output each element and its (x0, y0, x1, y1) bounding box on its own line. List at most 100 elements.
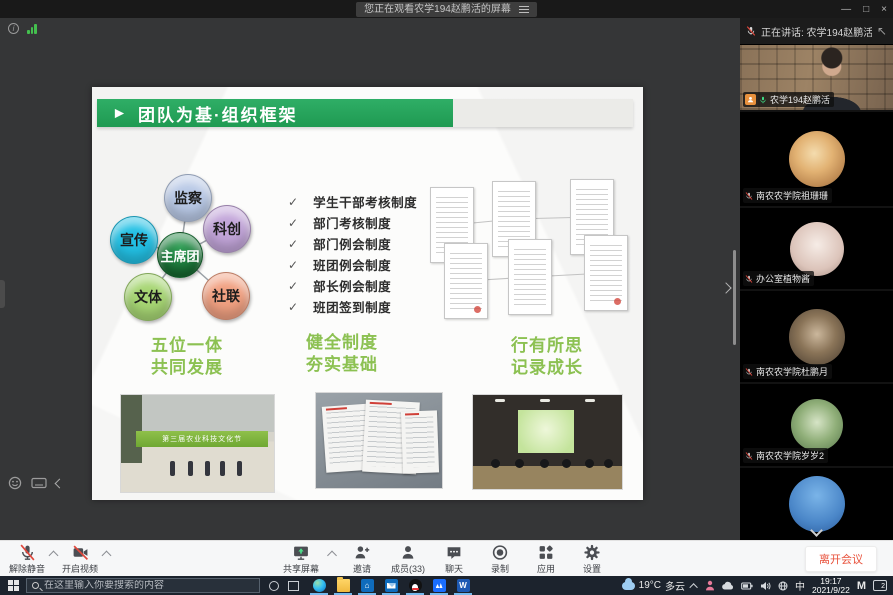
emoji-icon[interactable] (8, 476, 22, 490)
search-icon (32, 582, 39, 589)
slide-title: 团队为基·组织框架 (138, 101, 298, 126)
info-icon[interactable]: i (8, 23, 19, 34)
taskbar-search[interactable] (26, 578, 260, 593)
photo-outdoor-event: 第三届农业科技文化节 (120, 394, 275, 493)
gear-icon (584, 543, 601, 561)
search-input[interactable] (44, 580, 254, 591)
diagram-node-publicity: 宣传 (110, 216, 158, 264)
invite-button[interactable]: 邀请 (343, 543, 381, 575)
window-controls: — □ × (841, 0, 887, 18)
scrollbar-thumb[interactable] (733, 250, 736, 345)
cortana-icon[interactable] (269, 581, 279, 591)
photo-light (495, 399, 505, 402)
tray-cloud-icon[interactable] (722, 581, 734, 590)
tray-im-icon[interactable]: M (857, 580, 866, 592)
video-tile[interactable]: 办公室植物酱 (740, 208, 893, 289)
tray-battery-icon[interactable] (741, 582, 753, 590)
photo-person (188, 461, 193, 476)
sidebar-expand-icon[interactable] (720, 282, 731, 293)
task-view-icon[interactable] (288, 581, 299, 591)
unmute-button[interactable]: 解除静音 (8, 543, 46, 575)
share-screen-button[interactable]: 共享屏幕 (282, 543, 320, 575)
check-icon: ✓ (288, 216, 298, 230)
notification-center-icon[interactable]: 2 (873, 580, 887, 591)
invite-icon (354, 543, 371, 561)
video-tile[interactable]: 南农农学院杜鹏月 (740, 291, 893, 382)
start-video-button[interactable]: 开启视频 (61, 543, 99, 575)
apps-button[interactable]: 应用 (527, 543, 565, 575)
participant-nameplate: 农学194赵鹏活 (743, 92, 834, 107)
speaking-label: 正在讲话: 农学194赵鹏活 (761, 24, 872, 39)
minimize-button[interactable]: — (841, 4, 851, 15)
members-button[interactable]: 成员(33) (389, 543, 427, 575)
panel-handle-left[interactable] (0, 280, 5, 308)
check-icon: ✓ (288, 237, 298, 251)
start-button[interactable] (0, 576, 26, 595)
keyboard-icon[interactable] (31, 477, 47, 489)
stream-status-icons: i (8, 23, 37, 34)
watching-banner[interactable]: 您正在观看农学194赵鹏活的屏幕 (356, 2, 537, 17)
ime-indicator[interactable]: 中 (795, 578, 805, 593)
maximize-button[interactable]: □ (863, 4, 869, 15)
window-titlebar: 您正在观看农学194赵鹏活的屏幕 — □ × (0, 0, 893, 18)
taskbar-app-qq[interactable] (403, 576, 427, 595)
network-signal-icon (27, 24, 37, 34)
taskbar-clock[interactable]: 19:17 2021/9/22 (812, 577, 850, 595)
chat-button[interactable]: 聊天 (435, 543, 473, 575)
participant-name: 农学194赵鹏活 (770, 93, 830, 106)
participant-nameplate: 南农农学院岁岁2 (743, 448, 828, 463)
video-tile-speaker[interactable]: 农学194赵鹏活 (740, 45, 893, 110)
weather-widget[interactable]: 19°C 多云 (622, 578, 685, 593)
avatar (791, 399, 843, 451)
check-icon: ✓ (288, 279, 298, 293)
system-tray: 19°C 多云 中 19:17 2021/9/22 (622, 576, 887, 595)
photo-person (220, 461, 225, 476)
taskbar-app-explorer[interactable] (331, 576, 355, 595)
taskbar-app-meeting[interactable] (427, 576, 451, 595)
taskbar-app-edge[interactable] (307, 576, 331, 595)
tray-speaker-icon[interactable] (760, 581, 771, 591)
share-screen-icon (293, 543, 310, 561)
close-button[interactable]: × (881, 4, 887, 15)
record-icon (492, 543, 509, 561)
title-arrow-icon (113, 107, 126, 120)
record-button[interactable]: 录制 (481, 543, 519, 575)
check-icon: ✓ (288, 195, 298, 209)
speaking-header: 正在讲话: 农学194赵鹏活 ↖ (740, 18, 893, 45)
meeting-icon (433, 579, 446, 592)
leave-meeting-button[interactable]: 离开会议 (805, 546, 877, 572)
taskbar-app-mail[interactable] (379, 576, 403, 595)
weather-temp: 19°C (639, 580, 661, 591)
video-options-caret[interactable] (102, 551, 112, 561)
tray-person-icon[interactable] (705, 580, 715, 591)
participant-name: 南农农学院杜鹏月 (756, 365, 828, 378)
tray-expand-icon[interactable] (689, 583, 697, 591)
sidebar-collapse-icon[interactable]: ↖ (877, 26, 887, 36)
settings-button[interactable]: 设置 (573, 543, 611, 575)
collapse-tools-icon[interactable] (55, 478, 65, 488)
meeting-window: 您正在观看农学194赵鹏活的屏幕 — □ × i 团队为基·组织框架 (0, 0, 893, 595)
participant-nameplate: 南农农学院杜鹏月 (743, 364, 832, 379)
windows-logo-icon (8, 580, 19, 591)
video-tile[interactable]: 南农农学院祖珊珊 (740, 112, 893, 206)
taskbar-app-word[interactable]: W (451, 576, 475, 595)
checklist-item: ✓部门例会制度 (288, 233, 417, 254)
photo-projector-screen (518, 410, 575, 453)
menu-icon[interactable] (519, 6, 529, 13)
video-tile[interactable]: 南农农学院岁岁2 (740, 384, 893, 466)
document-thumbnails (422, 177, 640, 337)
photo-paper (401, 410, 439, 473)
checklist-item: ✓部长例会制度 (288, 275, 417, 296)
participant-name: 南农农学院岁岁2 (756, 449, 824, 462)
diagram-node-societies: 社联 (202, 272, 250, 320)
participant-name: 南农农学院祖珊珊 (756, 189, 828, 202)
photo-documents (315, 392, 443, 489)
audio-options-caret[interactable] (49, 551, 59, 561)
qq-icon (409, 579, 422, 592)
taskbar-app-store[interactable]: ⌂ (355, 576, 379, 595)
share-options-caret[interactable] (327, 551, 337, 561)
notification-badge: 2 (881, 583, 885, 590)
meeting-toolbar: 解除静音 开启视频 (0, 540, 893, 576)
photo-meeting-room (472, 394, 623, 490)
tray-network-icon[interactable] (778, 581, 788, 591)
